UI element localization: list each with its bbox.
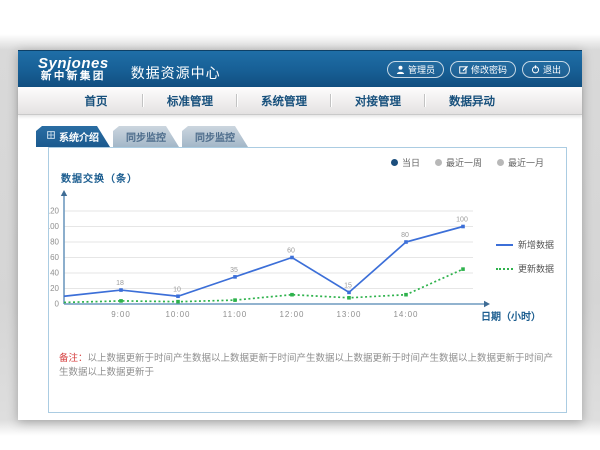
chart-panel: 当日 最近一周 最近一月 数据交换（条） 0 20 40 60 80 100 120 9:00… — [48, 147, 567, 413]
logout-label: 退出 — [543, 63, 561, 76]
admin-user-label: 管理员 — [408, 63, 435, 76]
svg-text:11:00: 11:00 — [223, 310, 247, 319]
app-header: Synjones 新中新集团 数据资源中心 管理员 修改密码 退出 — [18, 50, 582, 87]
tab-sync-monitor-1[interactable]: 同步监控 — [113, 126, 179, 147]
legend-item-updated-data: 更新数据 — [496, 262, 554, 275]
grid-icon — [47, 131, 55, 142]
logout-button[interactable]: 退出 — [522, 61, 570, 78]
radio-dot-icon — [497, 159, 504, 166]
app-window: Synjones 新中新集团 数据资源中心 管理员 修改密码 退出 — [18, 50, 582, 420]
legend-label: 更新数据 — [518, 262, 554, 275]
logo-wordmark: Synjones — [38, 56, 109, 72]
filter-today[interactable]: 当日 — [391, 156, 420, 169]
x-axis-title: 日期（小时） — [481, 308, 541, 323]
user-icon — [396, 65, 405, 74]
dotted-line-icon — [496, 268, 513, 270]
svg-text:80: 80 — [401, 232, 409, 239]
radio-dot-icon — [435, 159, 442, 166]
tab-label: 同步监控 — [195, 129, 235, 144]
svg-text:100: 100 — [49, 222, 60, 231]
filter-label: 最近一月 — [508, 156, 544, 169]
line-chart: 0 20 40 60 80 100 120 9:00 10:00 11:00 12:00 13:00 1… — [49, 186, 494, 341]
y-axis-title: 数据交换（条） — [61, 170, 138, 185]
svg-text:0: 0 — [55, 300, 60, 309]
svg-text:15: 15 — [344, 282, 352, 289]
footnote-prefix: 备注： — [59, 353, 88, 364]
footnote: 备注：以上数据更新于时间产生数据以上数据更新于时间产生数据以上数据更新于时间产生… — [59, 352, 558, 380]
tab-bar: 系统介绍 同步监控 同步监控 — [36, 126, 567, 147]
page-title: 数据资源中心 — [131, 63, 221, 83]
nav-item-standard-mgmt[interactable]: 标准管理 — [144, 93, 236, 109]
change-password-label: 修改密码 — [471, 63, 507, 76]
chart-legend: 新增数据 更新数据 — [496, 238, 554, 275]
tab-label: 同步监控 — [126, 129, 166, 144]
svg-text:80: 80 — [50, 238, 59, 247]
tab-sync-monitor-2[interactable]: 同步监控 — [182, 126, 248, 147]
company-logo: Synjones 新中新集团 — [38, 56, 109, 83]
logo-chinese-name: 新中新集团 — [38, 71, 109, 82]
solid-line-icon — [496, 244, 513, 246]
nav-item-interface-mgmt[interactable]: 对接管理 — [332, 93, 424, 109]
legend-item-new-data: 新增数据 — [496, 238, 554, 251]
tab-system-intro[interactable]: 系统介绍 — [36, 126, 110, 147]
svg-text:10:00: 10:00 — [165, 310, 190, 319]
svg-text:120: 120 — [49, 207, 60, 216]
time-range-filters: 当日 最近一周 最近一月 — [391, 156, 544, 169]
svg-text:13:00: 13:00 — [336, 310, 361, 319]
nav-item-system-mgmt[interactable]: 系统管理 — [238, 93, 330, 109]
svg-text:35: 35 — [230, 267, 238, 274]
tab-label: 系统介绍 — [59, 129, 99, 144]
footnote-text: 以上数据更新于时间产生数据以上数据更新于时间产生数据以上数据更新于时间产生数据以… — [59, 353, 553, 378]
filter-label: 最近一周 — [446, 156, 482, 169]
change-password-button[interactable]: 修改密码 — [450, 61, 516, 78]
svg-text:9:00: 9:00 — [111, 310, 131, 319]
svg-text:14:00: 14:00 — [393, 310, 418, 319]
svg-text:100: 100 — [456, 217, 468, 224]
svg-text:40: 40 — [50, 269, 59, 278]
radio-dot-icon — [391, 159, 398, 166]
filter-last-week[interactable]: 最近一周 — [435, 156, 482, 169]
svg-text:60: 60 — [287, 248, 295, 255]
content-area: 系统介绍 同步监控 同步监控 当日 最近一周 — [18, 115, 582, 413]
svg-text:18: 18 — [116, 280, 124, 287]
main-nav: 首页 标准管理 系统管理 对接管理 数据异动 — [18, 87, 582, 115]
admin-user-button[interactable]: 管理员 — [387, 61, 444, 78]
svg-text:20: 20 — [50, 284, 59, 293]
header-actions: 管理员 修改密码 退出 — [387, 61, 570, 78]
power-icon — [531, 65, 540, 74]
edit-icon — [459, 65, 468, 74]
nav-item-home[interactable]: 首页 — [50, 93, 142, 109]
filter-last-month[interactable]: 最近一月 — [497, 156, 544, 169]
legend-label: 新增数据 — [518, 238, 554, 251]
filter-label: 当日 — [402, 156, 420, 169]
nav-item-data-change[interactable]: 数据异动 — [426, 93, 518, 109]
svg-text:60: 60 — [50, 253, 59, 262]
svg-text:10: 10 — [173, 286, 181, 293]
svg-text:12:00: 12:00 — [279, 310, 304, 319]
